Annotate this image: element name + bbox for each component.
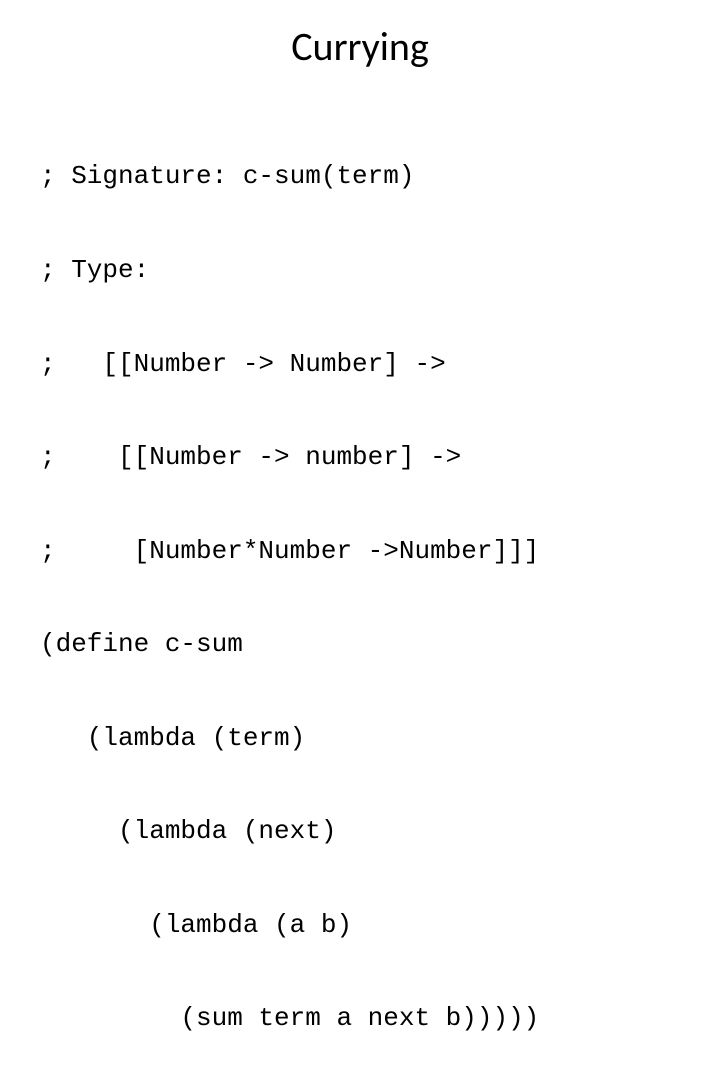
slide: Currying ; Signature: c-sum(term) ; Type… [0, 0, 720, 540]
code-line: (sum term a next b))))) [40, 1003, 680, 1034]
code-line: ; Type: [40, 255, 680, 286]
code-line: ; [[Number -> number] -> [40, 442, 680, 473]
code-line: ; [[Number -> Number] -> [40, 349, 680, 380]
code-block: ; Signature: c-sum(term) ; Type: ; [[Num… [40, 99, 680, 1080]
code-line: (lambda (a b) [40, 910, 680, 941]
code-line: ; [Number*Number ->Number]]] [40, 536, 680, 567]
code-line: (lambda (term) [40, 723, 680, 754]
code-line: ; Signature: c-sum(term) [40, 161, 680, 192]
code-line: (lambda (next) [40, 816, 680, 847]
code-line: (define c-sum [40, 629, 680, 660]
slide-title: Currying [40, 22, 680, 71]
